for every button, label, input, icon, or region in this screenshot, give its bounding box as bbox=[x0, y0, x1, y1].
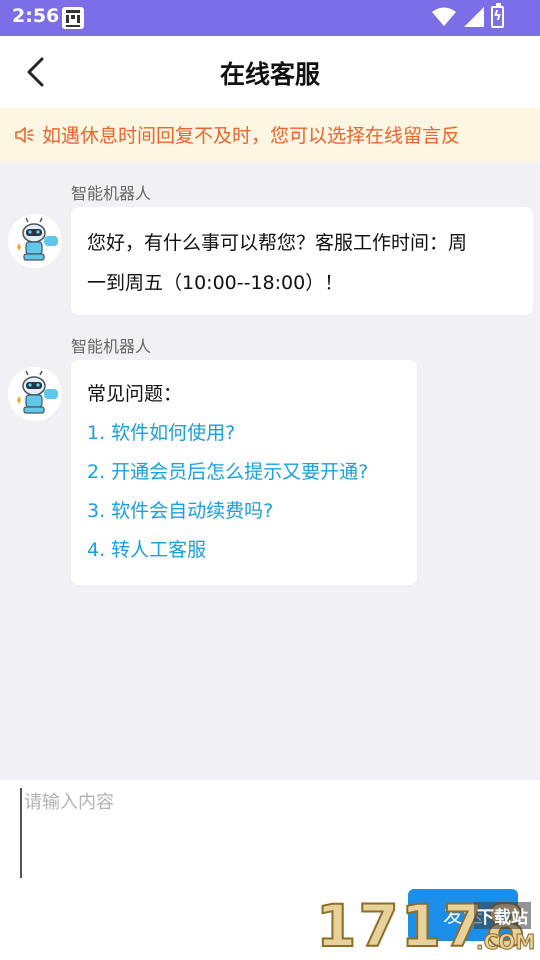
message-input[interactable] bbox=[20, 788, 520, 878]
robot-avatar bbox=[8, 214, 62, 268]
message-text-line: 您好，有什么事可以帮您？客服工作时间：周 bbox=[87, 232, 468, 254]
watermark-logo: 17178 下载站 .COM bbox=[315, 891, 540, 960]
chat-area[interactable]: 智能机器人 您好，有什么事可以帮您？客服工作时间：周 一到周五（10:00--1… bbox=[0, 162, 540, 780]
sender-name: 智能机器人 bbox=[71, 184, 152, 203]
status-bar: 2:56 ϟ bbox=[0, 0, 540, 36]
message-bubble: 您好，有什么事可以帮您？客服工作时间：周 一到周五（10:00--18:00）！ bbox=[71, 207, 533, 315]
faq-bubble: 常见问题： 1. 软件如何使用? 2. 开通会员后怎么提示又要开通? 3. 软件… bbox=[71, 360, 417, 585]
faq-heading: 常见问题： bbox=[87, 383, 183, 405]
robot-avatar bbox=[8, 367, 62, 421]
notice-bar: 如遇休息时间回复不及时，您可以选择在线留言反 bbox=[0, 108, 540, 162]
app-notification-icon bbox=[62, 7, 84, 29]
faq-item-membership[interactable]: 2. 开通会员后怎么提示又要开通? bbox=[87, 456, 401, 495]
battery-icon: ϟ bbox=[491, 3, 504, 28]
watermark-site: 下载站 bbox=[474, 902, 531, 929]
faq-item-how-to-use[interactable]: 1. 软件如何使用? bbox=[87, 417, 401, 456]
message-text-line: 一到周五（10:00--18:00）！ bbox=[87, 272, 344, 294]
watermark-domain: .COM bbox=[475, 930, 536, 955]
faq-item-human-agent[interactable]: 4. 转人工客服 bbox=[87, 534, 401, 573]
header: 在线客服 bbox=[0, 36, 540, 108]
page-title: 在线客服 bbox=[219, 60, 320, 89]
faq-item-auto-renew[interactable]: 3. 软件会自动续费吗? bbox=[87, 495, 401, 534]
status-time: 2:56 bbox=[12, 5, 60, 27]
notice-text: 如遇休息时间回复不及时，您可以选择在线留言反 bbox=[42, 125, 461, 147]
sender-name: 智能机器人 bbox=[71, 337, 152, 356]
speaker-icon bbox=[15, 127, 34, 143]
cell-signal-icon bbox=[464, 7, 484, 27]
wifi-icon bbox=[432, 7, 456, 26]
